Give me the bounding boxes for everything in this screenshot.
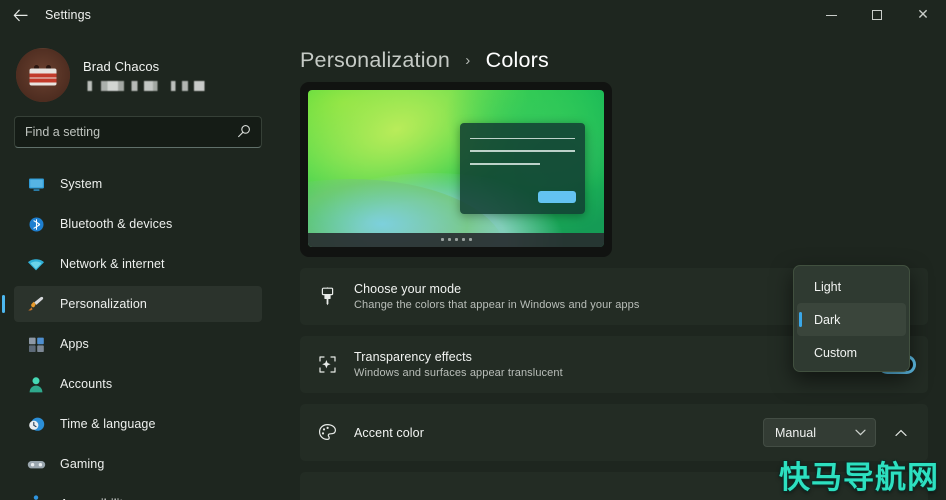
account-email-redacted <box>83 81 235 91</box>
sidebar-item-time-language[interactable]: Time & language <box>14 406 262 442</box>
sidebar-item-bluetooth-devices[interactable]: Bluetooth & devices <box>14 206 262 242</box>
sidebar-item-label: Personalization <box>60 297 147 311</box>
row-subtitle: Windows and surfaces appear translucent <box>354 367 563 379</box>
paintbrush-icon <box>26 294 46 314</box>
transparency-icon <box>316 355 338 374</box>
search-container <box>0 106 282 148</box>
account-name: Brad Chacos <box>83 59 160 74</box>
accent-color-expand-button[interactable] <box>886 418 916 447</box>
close-button[interactable]: ✕ <box>900 0 946 30</box>
accessibility-icon <box>26 494 46 500</box>
search-box[interactable] <box>14 116 262 148</box>
dropdown-option-custom[interactable]: Custom <box>797 336 906 369</box>
gamepad-icon <box>26 454 46 474</box>
choose-your-mode-dropdown[interactable]: Light Dark Custom <box>793 265 910 372</box>
paintbrush-mode-icon <box>316 287 338 306</box>
sidebar-item-apps[interactable]: Apps <box>14 326 262 362</box>
colors-preview <box>300 82 612 257</box>
watermark: 快马导航网 <box>779 460 939 496</box>
window-title: Settings <box>45 8 91 22</box>
avatar <box>16 48 70 102</box>
sidebar-item-personalization[interactable]: Personalization <box>2 286 262 322</box>
account-header[interactable]: Brad Chacos <box>0 30 282 106</box>
wifi-icon <box>26 254 46 274</box>
settings-window: Settings ✕ Brad Chacos Find a setting Sy… <box>0 0 946 500</box>
sidebar-item-accessibility[interactable]: Accessibility <box>14 486 262 500</box>
bluetooth-icon <box>26 214 46 234</box>
preview-screen <box>308 90 604 247</box>
monitor-icon <box>26 174 46 194</box>
sidebar-item-system[interactable]: System <box>14 166 262 202</box>
minimize-button[interactable] <box>808 0 854 30</box>
sidebar-item-gaming[interactable]: Gaming <box>14 446 262 482</box>
option-label: Custom <box>814 345 858 360</box>
palette-icon <box>316 423 338 442</box>
sidebar-item-label: Gaming <box>60 457 105 471</box>
sidebar-item-label: Bluetooth & devices <box>60 217 173 231</box>
sidebar-item-accounts[interactable]: Accounts <box>14 366 262 402</box>
apps-icon <box>26 334 46 354</box>
preview-accent-button <box>537 191 577 204</box>
option-label: Dark <box>814 312 841 327</box>
search-icon[interactable] <box>237 124 251 141</box>
back-button[interactable] <box>0 0 40 30</box>
maximize-button[interactable] <box>854 0 900 30</box>
row-title: Accent color <box>354 425 424 440</box>
sidebar-item-label: System <box>60 177 103 191</box>
sidebar-item-network-internet[interactable]: Network & internet <box>14 246 262 282</box>
row-title: Transparency effects <box>354 350 473 364</box>
person-icon <box>26 374 46 394</box>
option-label: Light <box>814 279 842 294</box>
dropdown-option-dark[interactable]: Dark <box>797 303 906 336</box>
dropdown-option-light[interactable]: Light <box>797 270 906 303</box>
page-title: Colors <box>485 48 549 72</box>
main-content: Personalization › Colors Choose your mod… <box>282 30 946 500</box>
chevron-right-icon: › <box>465 52 471 69</box>
accent-color-mode-combobox[interactable]: Manual <box>763 418 876 447</box>
sidebar-item-label: Apps <box>60 337 89 351</box>
sidebar: Brad Chacos Find a setting System Blueto… <box>0 30 282 500</box>
sidebar-item-label: Time & language <box>60 417 156 431</box>
search-input[interactable] <box>25 125 237 139</box>
sidebar-nav: System Bluetooth & devices Network & int… <box>0 166 282 500</box>
clock-globe-icon <box>26 414 46 434</box>
chevron-down-icon <box>855 428 866 438</box>
preview-sample-window <box>460 122 585 215</box>
title-bar: Settings ✕ <box>0 0 946 30</box>
breadcrumb: Personalization › Colors <box>282 30 946 73</box>
combobox-value: Manual <box>775 425 816 440</box>
sidebar-item-label: Network & internet <box>60 257 165 271</box>
preview-taskbar <box>308 232 604 247</box>
breadcrumb-parent[interactable]: Personalization <box>300 48 450 72</box>
window-controls: ✕ <box>808 0 946 30</box>
sidebar-item-label: Accounts <box>60 377 113 391</box>
